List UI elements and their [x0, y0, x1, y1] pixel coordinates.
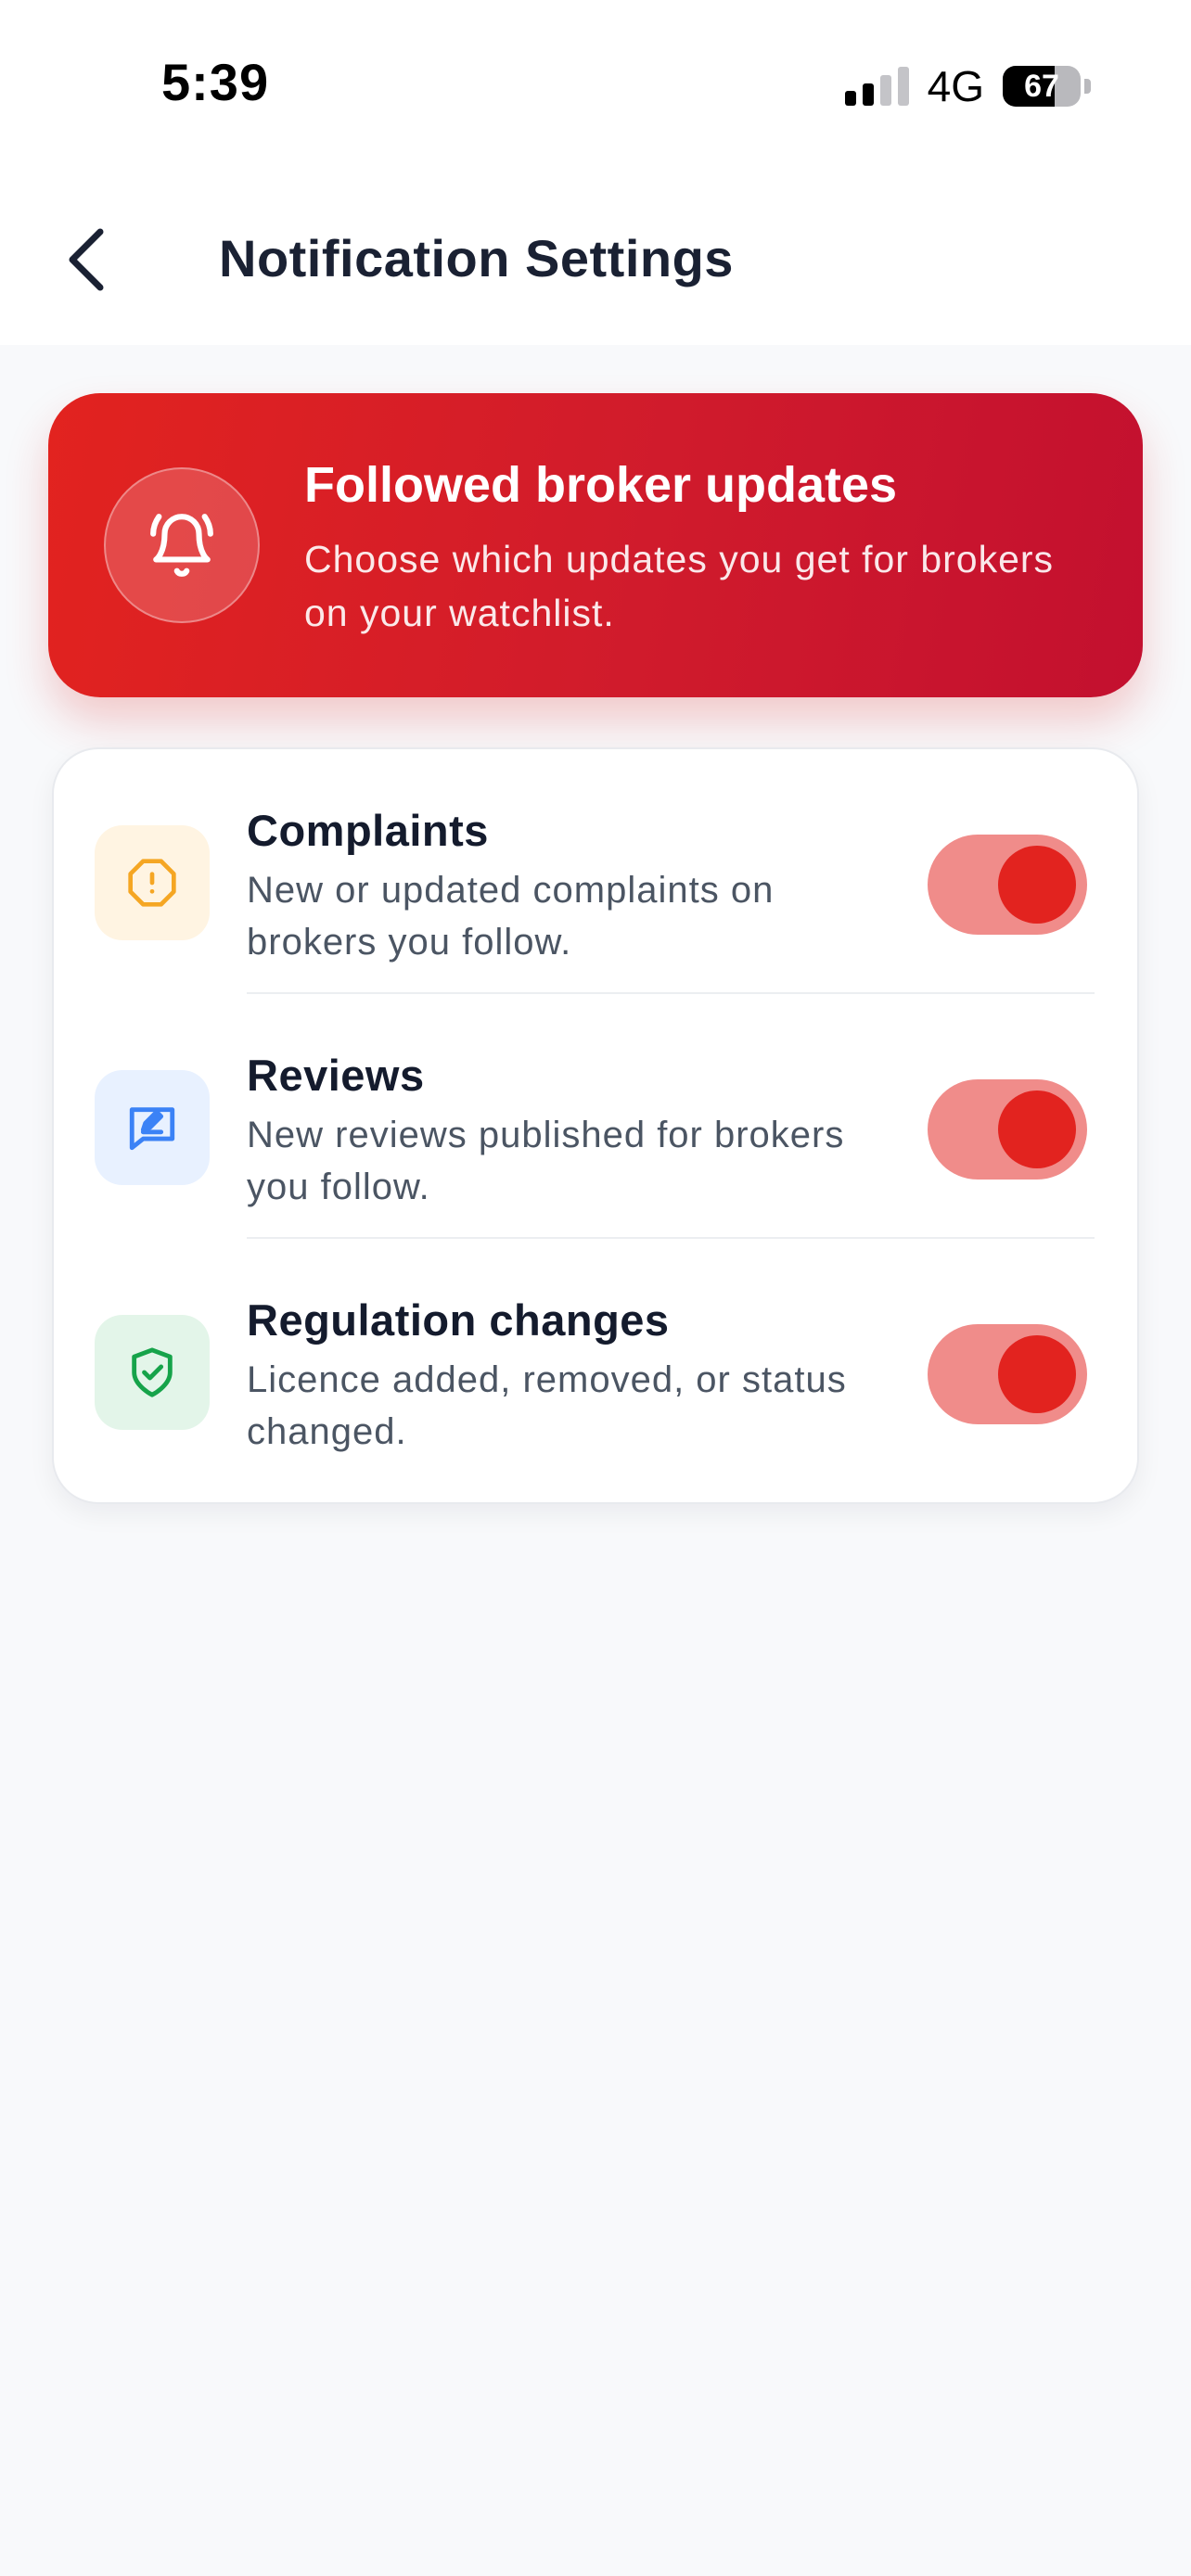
page-title: Notification Settings — [219, 229, 734, 287]
nav-bar: Notification Settings — [0, 167, 1191, 345]
complaints-toggle[interactable] — [928, 835, 1087, 935]
setting-title: Complaints — [247, 806, 489, 855]
setting-title: Regulation changes — [247, 1295, 670, 1345]
chevron-left-icon — [69, 228, 104, 291]
toggle-knob — [998, 1090, 1076, 1168]
reviews-toggle[interactable] — [928, 1079, 1087, 1180]
battery-percent: 67 — [1024, 68, 1059, 104]
settings-card: Complaints New or updated complaints on … — [52, 747, 1139, 1504]
status-time: 5:39 — [161, 53, 270, 111]
message-edit-icon — [129, 1107, 175, 1151]
back-button[interactable] — [48, 223, 122, 297]
hero-icon-circle — [104, 467, 260, 623]
hero-subtitle: Choose which updates you get for brokers… — [304, 538, 1055, 634]
status-bar: 5:39 4G 67 — [0, 0, 1191, 167]
setting-row-regulation-changes: Regulation changes Licence added, remove… — [54, 1239, 1137, 1484]
network-type: 4G — [927, 62, 984, 110]
setting-row-complaints: Complaints New or updated complaints on … — [54, 749, 1137, 994]
reviews-icon-tile — [95, 1070, 210, 1185]
regulation-changes-toggle[interactable] — [928, 1324, 1087, 1424]
cellular-signal-icon — [844, 67, 909, 106]
shield-check-icon — [132, 1347, 173, 1397]
alert-octagon-icon — [128, 859, 176, 907]
hero-title: Followed broker updates — [304, 457, 898, 513]
battery-icon: 67 — [1003, 66, 1081, 107]
regulation-icon-tile — [95, 1315, 210, 1430]
setting-row-reviews: Reviews New reviews published for broker… — [54, 994, 1137, 1239]
toggle-knob — [998, 1335, 1076, 1413]
hero-banner: Followed broker updates Choose which upd… — [48, 393, 1143, 697]
setting-title: Reviews — [247, 1051, 425, 1100]
toggle-knob — [998, 846, 1076, 924]
setting-description: Licence added, removed, or status change… — [247, 1359, 847, 1452]
battery-cap — [1084, 79, 1091, 94]
bell-ringing-icon — [150, 514, 213, 577]
complaints-icon-tile — [95, 825, 210, 940]
status-indicators: 4G 67 — [844, 61, 1091, 111]
setting-description: New reviews published for brokers you fo… — [247, 1115, 845, 1207]
setting-description: New or updated complaints on brokers you… — [247, 870, 775, 963]
